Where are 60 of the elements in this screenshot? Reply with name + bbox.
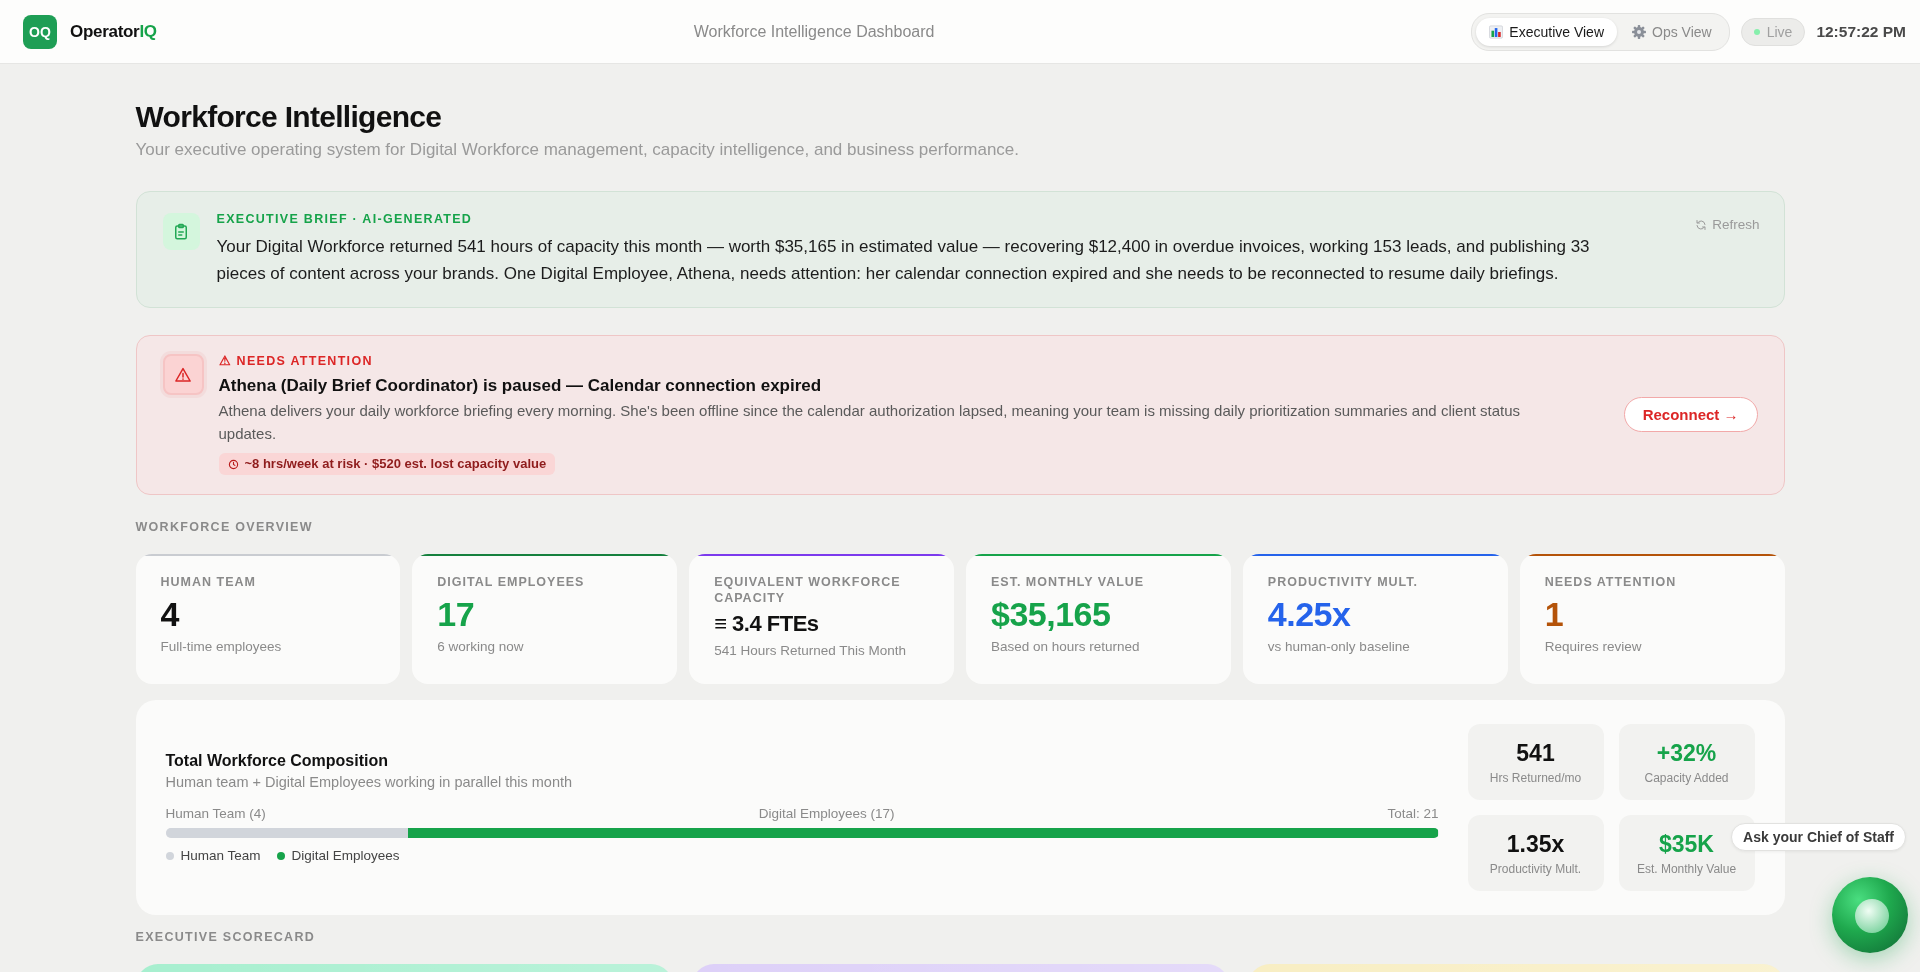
kpi-label: EQUIVALENT WORKFORCE CAPACITY (714, 574, 902, 606)
brief-label: EXECUTIVE BRIEF · AI-GENERATED (216, 211, 474, 227)
kpi-label: DIGITAL EMPLOYEES (437, 574, 586, 590)
kpi-value: ≡ 3.4 FTEs (714, 610, 820, 638)
bar-label: Digital Employees (17) (758, 806, 895, 822)
stat-label: Productivity Mult. (1489, 861, 1582, 876)
stat-value: $35K (1659, 830, 1714, 858)
alert-label: ⚠ NEEDS ATTENTION (218, 353, 374, 369)
kpi-note: Requires review (1544, 638, 1643, 656)
brand-name: OperatorIQ (70, 21, 157, 42)
bar-chart-icon (1489, 24, 1504, 39)
kpi-label: HUMAN TEAM (160, 574, 257, 590)
view-tab[interactable]: Ops View (1619, 17, 1725, 46)
kpi-note: vs human-only baseline (1267, 638, 1411, 656)
section-heading: EXECUTIVE SCORECARD (135, 930, 317, 944)
alert-text: Athena delivers your daily workforce briefing every morning. She's been offline since the calendar authorization lapsed, meaning your team is missing daily prioritization summaries and client status updates. (218, 401, 1522, 444)
page-subtitle: Your executive operating system for Digital Workforce management, capacity intelligence, and business performance. (135, 139, 1020, 161)
kpi-label: EST. MONTHLY VALUE (991, 574, 1146, 590)
kpi-note: 6 working now (437, 638, 525, 656)
legend-label: Digital Employees (291, 848, 400, 864)
stat-label: Capacity Added (1644, 770, 1729, 785)
kpi-value: 1 (1544, 594, 1565, 634)
kpi-note: Full-time employees (160, 638, 283, 656)
kpi-label: NEEDS ATTENTION (1544, 574, 1678, 590)
gear-icon (1632, 24, 1646, 39)
clock-time: 12:57:22 PM (1816, 22, 1906, 41)
clock-icon (227, 458, 239, 470)
legend-label: Human Team (180, 848, 261, 864)
risk-text: ~8 hrs/week at risk · $520 est. lost capacity value (244, 456, 547, 472)
alert-title: Athena (Daily Brief Coordinator) is paused — Calendar connection expired (218, 375, 823, 397)
kpi-note: 541 Hours Returned This Month (714, 642, 907, 660)
bar-label: Human Team (4) (165, 806, 266, 822)
kpi-value: 4 (160, 594, 181, 634)
stat-label: Hrs Returned/mo (1489, 770, 1582, 785)
logo-mark: OQ (23, 14, 57, 49)
section-heading: WORKFORCE OVERVIEW (135, 520, 314, 534)
kpi-value: 17 (437, 594, 476, 634)
assistant-tooltip: Ask your Chief of Staff (1731, 823, 1906, 851)
kpi-value: 4.25x (1267, 594, 1352, 634)
stat-value: 1.35x (1506, 830, 1565, 858)
dashboard-title: Workforce Intelligence Dashboard (693, 22, 935, 41)
stat-value: +32% (1656, 739, 1717, 767)
kpi-label: PRODUCTIVITY MULT. (1267, 574, 1419, 590)
brief-text: Your Digital Workforce returned 541 hours of capacity this month — worth $35,165 in estimated value — recovering $12,400 in overdue invoices, working 153 leads, and publishing 33 pieces of content across your brands. One Digital Employee, Athena, needs attention: her calendar connection expired and she needs to be reconnected to resume daily briefings. (216, 236, 1591, 285)
stat-label: Est. Monthly Value (1636, 861, 1737, 876)
reconnect-button[interactable]: Reconnect → (1623, 396, 1758, 432)
page-title: Workforce Intelligence (135, 99, 443, 135)
composition-title: Total Workforce Composition (165, 751, 390, 771)
view-tab[interactable]: Executive View (1476, 17, 1617, 46)
assistant-button[interactable] (1832, 877, 1908, 953)
bar-label: Total: 21 (1387, 806, 1439, 822)
clipboard-icon (162, 213, 200, 250)
stat-value: 541 (1516, 739, 1555, 767)
orb-icon (1832, 877, 1908, 953)
refresh-icon (1695, 218, 1708, 231)
kpi-note: Based on hours returned (991, 638, 1141, 656)
kpi-value: $35,165 (991, 594, 1112, 634)
warning-icon (162, 354, 204, 395)
composition-subtitle: Human team + Digital Employees working in parallel this month (165, 773, 574, 792)
live-label: Live (1766, 23, 1793, 40)
